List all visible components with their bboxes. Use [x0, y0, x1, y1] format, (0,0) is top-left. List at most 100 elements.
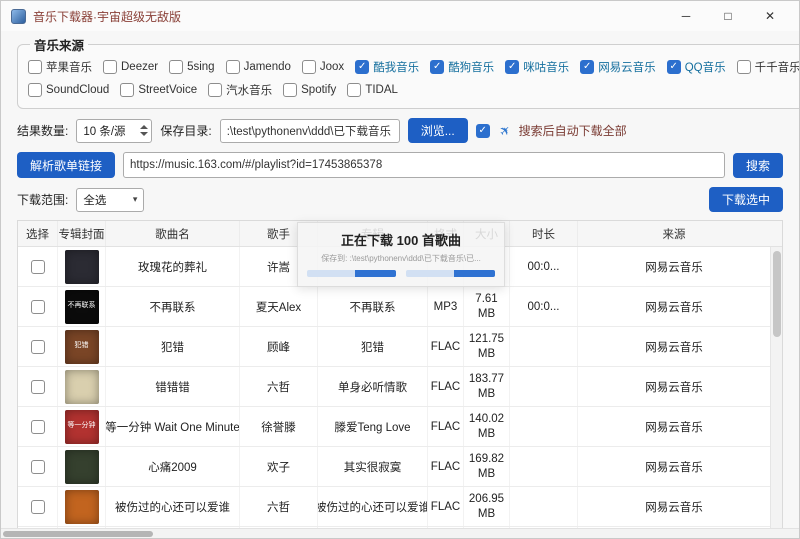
duration-cell: 00:0... [510, 287, 578, 326]
save-dir-input[interactable] [220, 119, 400, 143]
music-sources-label: 音乐来源 [30, 35, 88, 54]
source-cell: 网易云音乐 [578, 287, 770, 326]
checkbox[interactable] [31, 260, 45, 274]
auto-download-checkbox[interactable]: ✓ [476, 124, 490, 138]
source-checkbox-item[interactable]: ✓ 酷我音乐 [355, 59, 419, 75]
download-selected-button[interactable]: 下载选中 [709, 187, 783, 212]
playlist-url-input[interactable] [123, 152, 725, 178]
checkbox[interactable] [28, 83, 42, 97]
duration-cell [510, 407, 578, 446]
result-count-value: 10 条/源 [83, 123, 125, 139]
row-select-cell [18, 247, 58, 286]
song-name-cell: 犯错 [106, 327, 240, 366]
source-checkbox-item[interactable]: 5sing [169, 60, 215, 74]
download-range-select[interactable]: 全选 ▾ [76, 188, 144, 212]
table-row[interactable]: 等一分钟等一分钟 Wait One Minute徐誉滕滕爱Teng LoveFL… [18, 407, 770, 447]
header-select[interactable]: 选择 [18, 221, 58, 246]
source-checkbox-item[interactable]: TIDAL [347, 83, 398, 97]
checkbox[interactable]: ✓ [667, 60, 681, 74]
close-button[interactable]: ✕ [749, 1, 791, 31]
artist-cell: 六哲 [240, 487, 318, 526]
checkbox[interactable] [28, 60, 42, 74]
checkbox[interactable] [31, 500, 45, 514]
checkbox[interactable] [302, 60, 316, 74]
artist-cell: 夏天Alex [240, 287, 318, 326]
source-checkbox-item[interactable]: ✓网易云音乐 [580, 59, 656, 75]
source-cell: 网易云音乐 [578, 327, 770, 366]
vertical-scrollbar[interactable] [770, 247, 782, 539]
source-checkbox-item[interactable]: 汽水音乐 [208, 82, 272, 98]
progress-fill [454, 270, 495, 277]
table-row[interactable]: 被伤过的心还可以爱谁六哲被伤过的心还可以爱谁FLAC206.95 MB网易云音乐 [18, 487, 770, 527]
checkbox[interactable] [347, 83, 361, 97]
header-song-name[interactable]: 歌曲名 [106, 221, 240, 246]
source-checkbox-item[interactable]: StreetVoice [120, 83, 197, 97]
window-controls: ─ □ ✕ [665, 1, 791, 31]
maximize-button[interactable]: □ [707, 1, 749, 31]
source-checkbox-item[interactable]: Deezer [103, 60, 158, 74]
table-row[interactable]: 犯错犯错顾峰犯错FLAC121.75 MB网易云音乐 [18, 327, 770, 367]
album-art [65, 370, 99, 404]
minimize-button[interactable]: ─ [665, 1, 707, 31]
format-cell: MP3 [428, 287, 464, 326]
table-row[interactable]: 错错错六哲单身必听情歌FLAC183.77 MB网易云音乐 [18, 367, 770, 407]
size-cell: 121.75 MB [464, 327, 510, 366]
source-checkbox-item[interactable]: ✓咪咕音乐 [505, 59, 569, 75]
row-select-cell [18, 487, 58, 526]
header-album-art[interactable]: 专辑封面 [58, 221, 106, 246]
source-checkbox-item[interactable]: SoundCloud [28, 83, 109, 97]
checkbox[interactable] [208, 83, 222, 97]
spinner-down-icon[interactable] [140, 132, 148, 136]
header-duration[interactable]: 时长 [510, 221, 578, 246]
source-checkbox-item[interactable]: 千千音乐 [737, 59, 800, 75]
checkbox[interactable]: ✓ [430, 60, 444, 74]
source-checkbox-item[interactable]: Joox [302, 60, 344, 74]
duration-cell [510, 487, 578, 526]
vertical-scrollbar-thumb[interactable] [773, 251, 781, 337]
source-checkbox-item[interactable]: ✓QQ音乐 [667, 59, 726, 75]
options-row: 结果数量: 10 条/源 保存目录: 浏览... ✓ ✈ 搜索后自动下载全部 [17, 118, 783, 143]
checkbox[interactable]: ✓ [355, 60, 369, 74]
checkbox[interactable]: ✓ [580, 60, 594, 74]
checkbox[interactable] [31, 340, 45, 354]
checkbox[interactable] [283, 83, 297, 97]
checkbox[interactable] [120, 83, 134, 97]
checkbox[interactable] [737, 60, 751, 74]
song-name-cell: 心痛2009 [106, 447, 240, 486]
source-checkbox-item[interactable]: Spotify [283, 83, 336, 97]
duration-cell [510, 367, 578, 406]
parse-playlist-button[interactable]: 解析歌单链接 [17, 152, 115, 178]
checkbox[interactable] [31, 300, 45, 314]
artist-cell: 六哲 [240, 367, 318, 406]
search-button[interactable]: 搜索 [733, 153, 783, 178]
checkbox[interactable] [103, 60, 117, 74]
table-row[interactable]: 不再联系不再联系夏天Alex不再联系MP37.61 MB00:0...网易云音乐 [18, 287, 770, 327]
checkbox[interactable]: ✓ [505, 60, 519, 74]
duration-cell: 00:0... [510, 247, 578, 286]
album-cell: 不再联系 [318, 287, 428, 326]
checkbox[interactable] [31, 460, 45, 474]
browse-button[interactable]: 浏览... [408, 118, 468, 143]
result-count-spinner[interactable]: 10 条/源 [76, 119, 152, 143]
checkbox[interactable] [31, 380, 45, 394]
titlebar[interactable]: 音乐下载器·宇宙超级无敌版 ─ □ ✕ [1, 1, 799, 31]
source-label: 苹果音乐 [46, 59, 92, 75]
checkbox[interactable] [169, 60, 183, 74]
spinner-up-icon[interactable] [140, 125, 148, 129]
source-label: Jamendo [244, 61, 291, 73]
progress-subtitle: 保存到: :\test\pythonenv\ddd\已下载音乐\已... [321, 253, 481, 264]
rocket-icon: ✈ [496, 121, 515, 140]
size-cell: 206.95 MB [464, 487, 510, 526]
checkbox[interactable] [31, 420, 45, 434]
source-label: 酷我音乐 [373, 59, 419, 75]
header-source[interactable]: 来源 [578, 221, 770, 246]
source-checkbox-item[interactable]: Jamendo [226, 60, 291, 74]
music-sources-group: 音乐来源 苹果音乐 Deezer 5sing Jamendo Joox ✓ 酷我音乐 ✓酷狗音… [17, 35, 800, 109]
horizontal-scrollbar[interactable] [1, 528, 799, 538]
checkbox[interactable] [226, 60, 240, 74]
source-checkbox-item[interactable]: ✓酷狗音乐 [430, 59, 494, 75]
horizontal-scrollbar-thumb[interactable] [3, 531, 153, 537]
source-checkbox-item[interactable]: 苹果音乐 [28, 59, 92, 75]
source-label: 汽水音乐 [226, 82, 272, 98]
table-row[interactable]: 心痛2009欢子其实很寂寞FLAC169.82 MB网易云音乐 [18, 447, 770, 487]
